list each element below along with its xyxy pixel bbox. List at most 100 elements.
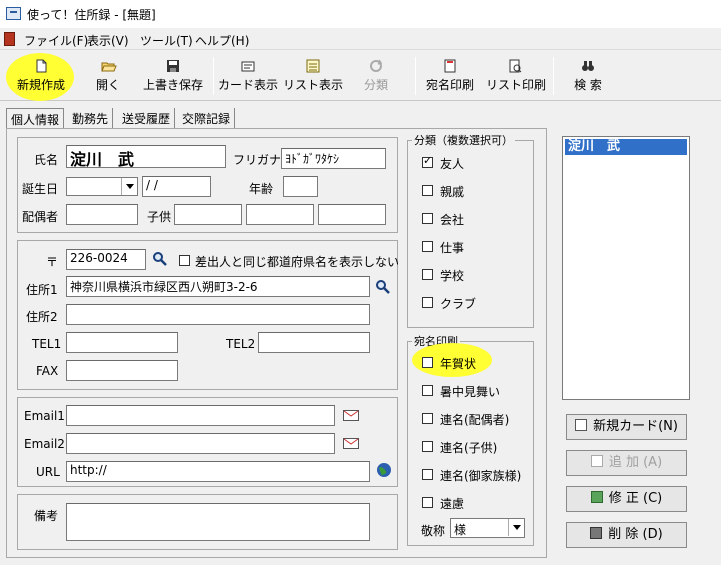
- folder-open-icon: [101, 59, 117, 73]
- honorific-label: 敬称: [421, 524, 446, 538]
- tab-send-history[interactable]: 送受履歴: [118, 108, 176, 128]
- furigana-label: フリガナ: [233, 153, 282, 167]
- category-checkbox-company[interactable]: [422, 213, 433, 224]
- category-checkbox-friend[interactable]: [422, 154, 433, 168]
- honorific-value: 様: [454, 523, 467, 537]
- name-field[interactable]: 淀川 武: [66, 145, 226, 168]
- delete-button[interactable]: 削 除 (D): [566, 522, 687, 548]
- birthday-label: 誕生日: [22, 182, 59, 196]
- print-checkbox-summer[interactable]: [422, 385, 433, 396]
- binoculars-icon: [581, 59, 595, 73]
- new-document-icon: [34, 59, 48, 73]
- furigana-field[interactable]: ﾖﾄﾞｶﾞﾜﾀｹｼ: [281, 148, 386, 169]
- email2-field[interactable]: [66, 433, 335, 454]
- category-label-relative: 親戚: [440, 185, 465, 199]
- print-checkbox-joint-children[interactable]: [422, 441, 433, 452]
- classify-button[interactable]: 分類: [356, 53, 396, 99]
- honorific-select[interactable]: 様: [450, 518, 525, 538]
- new-document-icon: [575, 419, 588, 431]
- spouse-label: 配偶者: [22, 210, 59, 224]
- print-checkbox-refrain[interactable]: [422, 497, 433, 508]
- search-button[interactable]: 検 索: [568, 53, 608, 99]
- tab-relationship-log[interactable]: 交際記録: [178, 108, 236, 128]
- open-button[interactable]: 開く: [88, 53, 128, 99]
- book-icon[interactable]: [4, 32, 15, 46]
- print-checkbox-joint-family[interactable]: [422, 469, 433, 480]
- postal-code-field[interactable]: 226-0024: [66, 249, 146, 270]
- fax-field[interactable]: [66, 360, 178, 381]
- print-label-joint-spouse: 連名(配偶者): [440, 413, 510, 427]
- birthday-era-select[interactable]: [66, 177, 138, 196]
- menu-tools[interactable]: ツール(T): [140, 32, 193, 49]
- refresh-icon: [369, 59, 383, 73]
- print-label-joint-children: 連名(子供): [440, 441, 498, 455]
- print-label-newyear: 年賀状: [440, 357, 477, 371]
- chevron-down-icon[interactable]: [121, 178, 137, 195]
- category-checkbox-club[interactable]: [422, 297, 433, 308]
- category-checkbox-school[interactable]: [422, 269, 433, 280]
- menu-help[interactable]: ヘルプ(H): [195, 32, 249, 49]
- new-file-button[interactable]: 新規作成: [10, 53, 72, 99]
- category-checkbox-work[interactable]: [422, 241, 433, 252]
- list-view-button[interactable]: リスト表示: [283, 53, 343, 99]
- age-field[interactable]: [283, 176, 318, 197]
- address1-label: 住所1: [26, 283, 58, 297]
- birthday-date-field[interactable]: / /: [142, 176, 211, 197]
- tel1-field[interactable]: [66, 332, 178, 353]
- edit-button[interactable]: 修 正 (C): [566, 486, 687, 512]
- tel2-field[interactable]: [258, 332, 370, 353]
- mail-icon[interactable]: [343, 410, 359, 421]
- category-label-work: 仕事: [440, 241, 465, 255]
- tab-strip: 個人情報 勤務先 送受履歴 交際記録: [6, 108, 246, 130]
- fax-label: FAX: [36, 364, 59, 378]
- category-label-friend: 友人: [440, 157, 465, 171]
- memo-field[interactable]: [66, 503, 370, 541]
- search-icon[interactable]: [375, 279, 391, 295]
- mail-icon[interactable]: [343, 438, 359, 449]
- category-checkbox-relative[interactable]: [422, 185, 433, 196]
- chevron-down-icon[interactable]: [508, 519, 524, 536]
- child-field-1[interactable]: [174, 204, 242, 225]
- new-card-button[interactable]: 新規カード(N): [566, 414, 687, 440]
- same-pref-checkbox[interactable]: [179, 255, 190, 266]
- address1-field[interactable]: 神奈川県横浜市緑区西八朔町3-2-6: [66, 276, 370, 297]
- globe-icon[interactable]: [376, 462, 392, 478]
- child-field-2[interactable]: [246, 204, 314, 225]
- print-preview-icon: [508, 59, 522, 73]
- email1-field[interactable]: [66, 405, 335, 426]
- child-field-3[interactable]: [318, 204, 386, 225]
- same-pref-label: 差出人と同じ都道府県名を表示しない: [195, 255, 400, 269]
- trash-icon: [590, 527, 603, 539]
- list-view-label: リスト表示: [283, 78, 344, 92]
- app-icon: [6, 7, 21, 20]
- edit-record-icon: [590, 491, 603, 503]
- name-label: 氏名: [34, 153, 59, 167]
- print-checkbox-joint-spouse[interactable]: [422, 413, 433, 424]
- address-print-button[interactable]: 宛名印刷: [422, 53, 478, 99]
- search-icon[interactable]: [152, 251, 168, 267]
- title-bar: 使って！住所録 - [無題]: [0, 0, 721, 28]
- list-print-button[interactable]: リスト印刷: [486, 53, 546, 99]
- classify-label: 分類: [363, 78, 388, 92]
- list-item[interactable]: 淀川 武: [565, 139, 687, 155]
- toolbar-separator: [553, 57, 554, 95]
- tab-personal[interactable]: 個人情報: [6, 108, 65, 129]
- save-button[interactable]: 上書き保存: [140, 53, 206, 99]
- add-button[interactable]: 追 加 (A): [566, 450, 687, 476]
- add-record-icon: [590, 455, 603, 467]
- address2-field[interactable]: [66, 304, 370, 325]
- list-icon: [306, 59, 320, 73]
- edit-label: 修 正 (C): [608, 491, 663, 506]
- card-view-button[interactable]: カード表示: [218, 53, 278, 99]
- menu-view[interactable]: 表示(V): [87, 32, 129, 49]
- menu-file[interactable]: ファイル(F): [24, 32, 88, 49]
- category-label-club: クラブ: [440, 297, 477, 311]
- tab-workplace[interactable]: 勤務先: [68, 108, 114, 128]
- spouse-field[interactable]: [66, 204, 138, 225]
- address-print-label: 宛名印刷: [425, 78, 474, 92]
- delete-label: 削 除 (D): [608, 527, 663, 542]
- name-list[interactable]: 淀川 武: [562, 136, 690, 400]
- url-field[interactable]: http://: [66, 461, 370, 482]
- url-label: URL: [36, 465, 60, 479]
- print-checkbox-newyear[interactable]: [422, 357, 433, 368]
